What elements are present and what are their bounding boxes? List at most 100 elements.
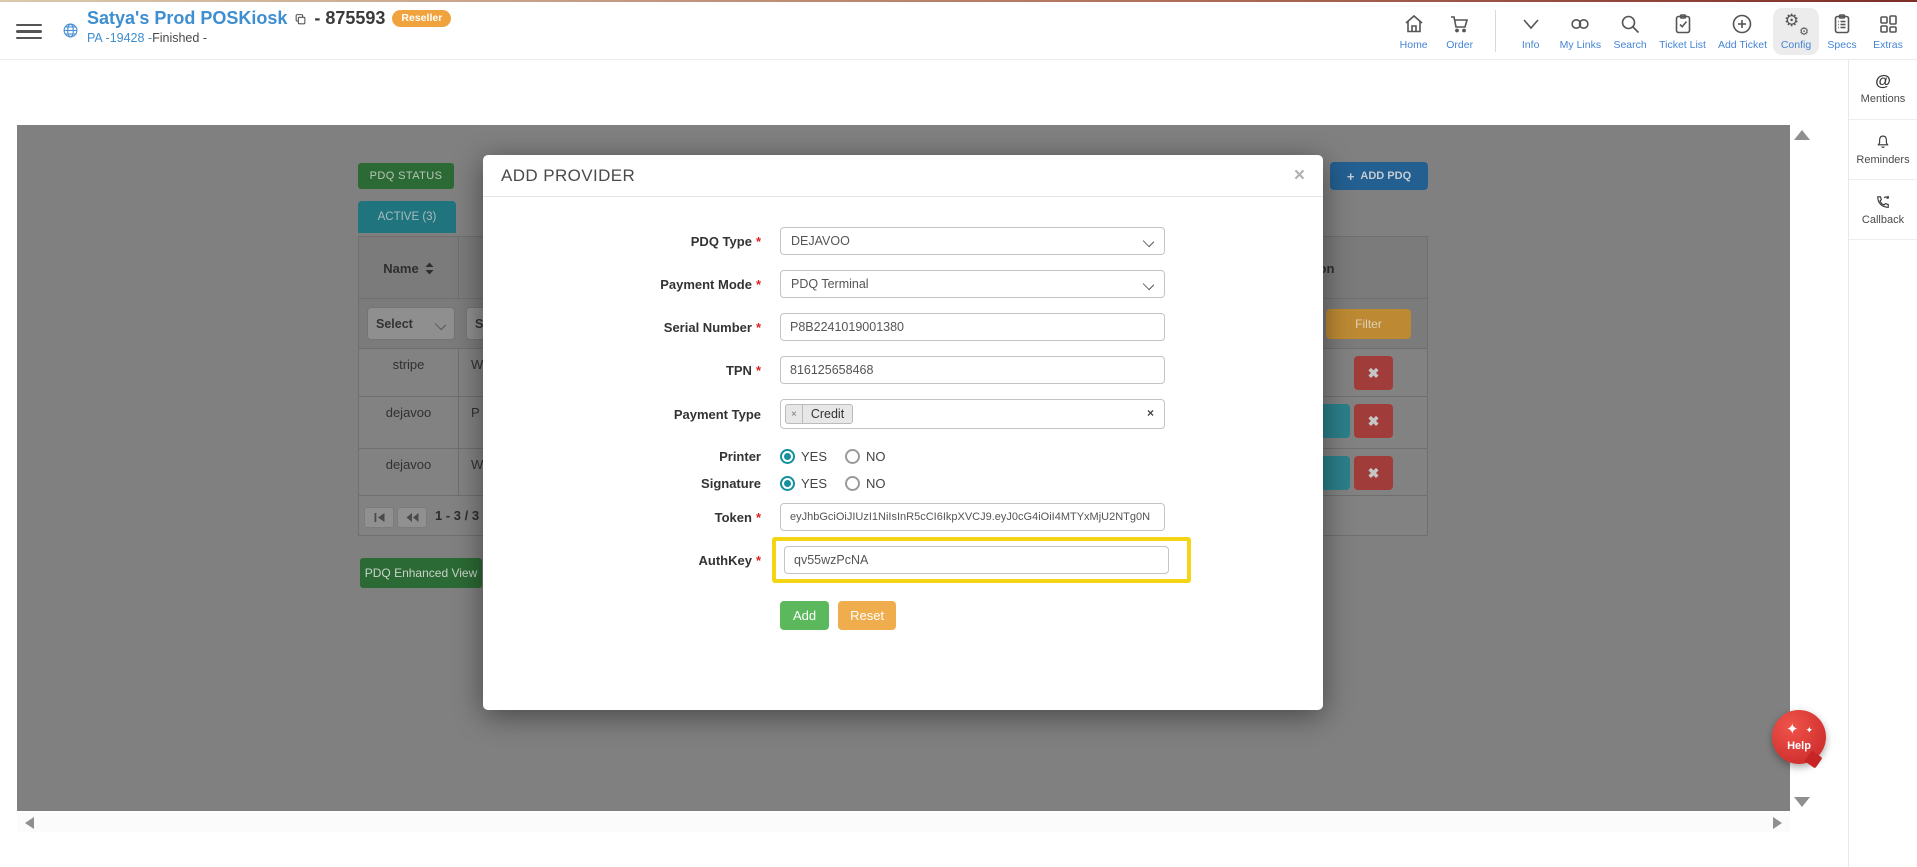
nav-specs[interactable]: Specs xyxy=(1819,8,1865,55)
gear-icon: ⚙⚙ xyxy=(1784,12,1808,36)
copy-icon[interactable] xyxy=(294,13,307,26)
nav-ticket-list[interactable]: Ticket List xyxy=(1653,8,1712,55)
add-provider-modal: ADD PROVIDER × PDQ Type* DEJAVOO Payment… xyxy=(483,155,1323,710)
modal-header: ADD PROVIDER × xyxy=(483,155,1323,197)
chevron-down-icon xyxy=(1519,12,1543,36)
nav-extras[interactable]: Extras xyxy=(1865,8,1911,55)
modal-title: ADD PROVIDER xyxy=(501,166,635,186)
pdq-status-button[interactable]: PDQ STATUS xyxy=(358,163,454,189)
home-icon xyxy=(1402,12,1426,36)
column-header-name[interactable]: Name xyxy=(359,237,459,299)
close-icon[interactable]: × xyxy=(1294,166,1305,185)
sidebar-item-callback[interactable]: Callback xyxy=(1849,180,1917,240)
tpn-input[interactable] xyxy=(780,356,1165,384)
account-number: - 875593 xyxy=(314,8,385,29)
pdq-enhanced-view-button[interactable]: PDQ Enhanced View xyxy=(360,558,482,588)
sparkles-icon: ✦ ✦ xyxy=(1784,722,1814,740)
form-row-printer: Printer YES NO xyxy=(503,449,1303,464)
nav-config[interactable]: ⚙⚙ Config xyxy=(1773,8,1819,55)
form-row-pdq-type: PDQ Type* DEJAVOO xyxy=(503,227,1303,255)
mentions-at-icon: @ xyxy=(1875,74,1891,90)
sidebar-item-reminders[interactable]: Reminders xyxy=(1849,120,1917,180)
signature-no-radio[interactable]: NO xyxy=(845,476,886,491)
serial-number-input[interactable] xyxy=(780,313,1165,341)
app-root: Satya's Prod POSKiosk - 875593 Reseller … xyxy=(0,0,1917,867)
clipboard-list-icon xyxy=(1830,12,1854,36)
tab-active[interactable]: ACTIVE (3) xyxy=(358,201,456,233)
nav-add-ticket[interactable]: Add Ticket xyxy=(1712,8,1773,55)
scroll-up-arrow[interactable] xyxy=(1794,130,1810,140)
top-bar: Satya's Prod POSKiosk - 875593 Reseller … xyxy=(0,0,1917,60)
nav-my-links[interactable]: My Links xyxy=(1554,8,1607,55)
globe-icon xyxy=(62,22,79,39)
add-pdq-button[interactable]: + ADD PDQ xyxy=(1330,162,1428,190)
radio-checked-icon xyxy=(780,476,795,491)
radio-checked-icon xyxy=(780,449,795,464)
grid-icon xyxy=(1876,12,1900,36)
plus-icon: + xyxy=(1347,169,1355,184)
prev-page-button[interactable] xyxy=(397,507,427,528)
authkey-highlight-box xyxy=(772,537,1191,583)
printer-no-radio[interactable]: NO xyxy=(845,449,886,464)
form-row-serial-number: Serial Number* xyxy=(503,313,1303,341)
credit-chip: × Credit xyxy=(785,404,853,424)
top-nav: Home Order Info xyxy=(1391,8,1911,55)
search-icon xyxy=(1618,12,1642,36)
reset-button[interactable]: Reset xyxy=(838,601,896,630)
chevron-down-icon xyxy=(436,319,446,329)
form-row-signature: Signature YES NO xyxy=(503,476,1303,491)
modal-body: PDQ Type* DEJAVOO Payment Mode* PDQ Term… xyxy=(483,197,1323,630)
form-row-payment-type: Payment Type × Credit × xyxy=(503,399,1303,429)
filter-button[interactable]: Filter xyxy=(1326,309,1411,339)
clear-all-icon[interactable]: × xyxy=(1147,406,1154,420)
plus-circle-icon xyxy=(1730,12,1754,36)
nav-order[interactable]: Order xyxy=(1437,8,1483,55)
form-row-authkey: AuthKey* xyxy=(503,546,1303,574)
pa-link[interactable]: PA -19428 - xyxy=(87,31,152,45)
delete-row-button[interactable]: ✖ xyxy=(1354,456,1393,490)
nav-divider xyxy=(1495,10,1496,52)
form-row-tpn: TPN* xyxy=(503,356,1303,384)
nav-info[interactable]: Info xyxy=(1508,8,1554,55)
radio-unchecked-icon xyxy=(845,449,860,464)
right-sidebar: @ Mentions Reminders Callback xyxy=(1848,60,1917,867)
payment-type-multiselect[interactable]: × Credit × xyxy=(780,399,1165,429)
horizontal-scrollbar[interactable] xyxy=(17,813,1790,832)
brand-block: Satya's Prod POSKiosk - 875593 Reseller … xyxy=(62,8,451,45)
payment-mode-select[interactable]: PDQ Terminal xyxy=(780,270,1165,298)
pdq-type-select[interactable]: DEJAVOO xyxy=(780,227,1165,255)
nav-search[interactable]: Search xyxy=(1607,8,1653,55)
scroll-down-arrow[interactable] xyxy=(1794,797,1810,807)
bell-icon xyxy=(1874,133,1892,151)
hamburger-menu-icon[interactable] xyxy=(16,20,42,40)
reseller-badge: Reseller xyxy=(392,10,451,27)
token-input[interactable] xyxy=(780,503,1165,531)
top-accent-bar xyxy=(0,0,1917,2)
delete-row-button[interactable]: ✖ xyxy=(1354,356,1393,390)
form-row-payment-mode: Payment Mode* PDQ Terminal xyxy=(503,270,1303,298)
chip-remove-icon[interactable]: × xyxy=(786,405,803,423)
sidebar-item-mentions[interactable]: @ Mentions xyxy=(1849,60,1917,120)
clipboard-check-icon xyxy=(1671,12,1695,36)
nav-home[interactable]: Home xyxy=(1391,8,1437,55)
account-title-link[interactable]: Satya's Prod POSKiosk xyxy=(87,8,287,29)
cart-icon xyxy=(1448,12,1472,36)
scroll-left-arrow[interactable] xyxy=(25,817,34,829)
first-page-button[interactable] xyxy=(364,507,394,528)
printer-yes-radio[interactable]: YES xyxy=(780,449,827,464)
name-filter-select[interactable]: Select xyxy=(367,307,455,340)
sort-icon xyxy=(425,262,434,275)
add-button[interactable]: Add xyxy=(780,601,829,630)
authkey-input[interactable] xyxy=(784,546,1169,574)
radio-unchecked-icon xyxy=(845,476,860,491)
pagination-info: 1 - 3 / 3 xyxy=(435,508,479,523)
delete-row-button[interactable]: ✖ xyxy=(1354,404,1393,438)
form-row-token: Token* xyxy=(503,503,1303,531)
scroll-right-arrow[interactable] xyxy=(1773,817,1782,829)
signature-yes-radio[interactable]: YES xyxy=(780,476,827,491)
modal-actions: Add Reset xyxy=(780,601,1303,630)
phone-callback-icon xyxy=(1874,193,1892,211)
help-button[interactable]: ✦ ✦ Help xyxy=(1772,710,1826,764)
modal-backdrop: PDQ STATUS ACTIVE (3) + ADD PDQ Name Act… xyxy=(17,125,1790,811)
link-icon xyxy=(1568,12,1592,36)
